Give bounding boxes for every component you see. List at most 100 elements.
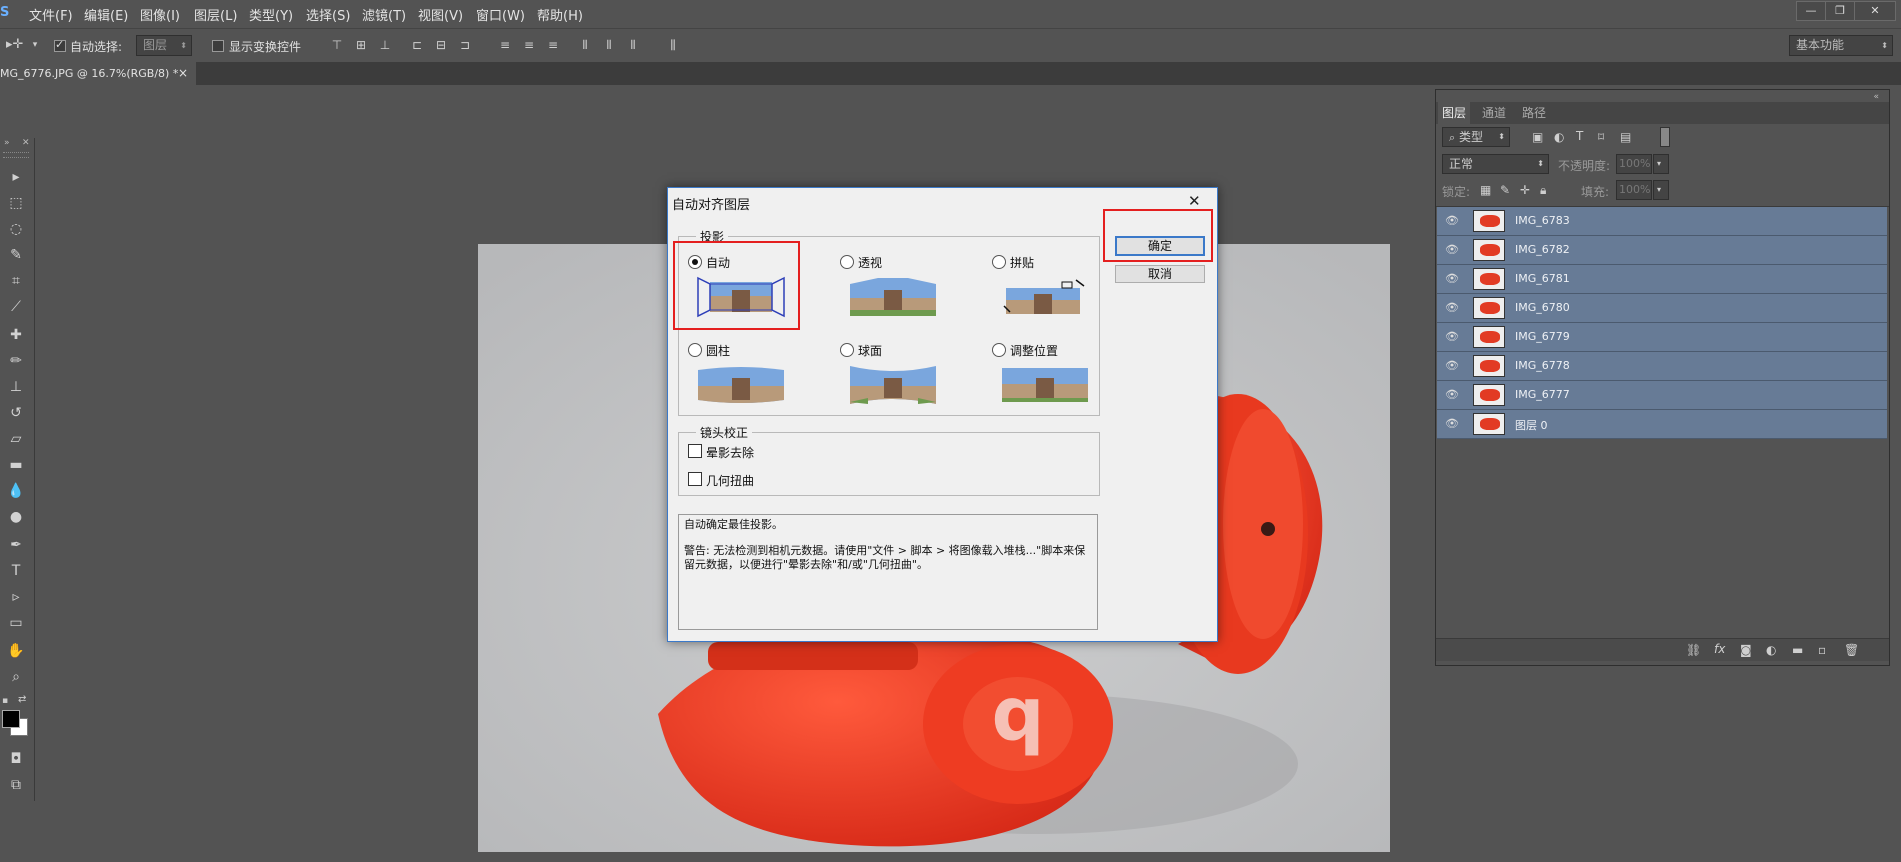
tab-layers[interactable]: 图层	[1438, 102, 1471, 124]
layer-row[interactable]: 👁︎ IMG_6780	[1437, 294, 1887, 323]
move-tool-icon[interactable]: ▸	[6, 168, 26, 186]
fill-input[interactable]: 100%	[1616, 180, 1652, 200]
layer-name[interactable]: 图层 0	[1515, 417, 1548, 433]
label-perspective[interactable]: 透视	[858, 254, 882, 271]
rectangle-tool-icon[interactable]: ▭	[6, 614, 26, 632]
document-tab[interactable]: MG_6776.JPG @ 16.7%(RGB/8) * ×	[0, 62, 196, 85]
cylindrical-projection-preview[interactable]	[696, 364, 786, 406]
align-bottom-icon[interactable]: ⊥	[378, 38, 392, 52]
toolbar-collapse-icon[interactable]: »	[4, 138, 10, 148]
history-brush-tool-icon[interactable]: ↺	[6, 404, 26, 422]
quick-mask-icon[interactable]: ◘	[6, 750, 26, 768]
geometric-distortion-checkbox[interactable]	[688, 472, 702, 486]
crop-tool-icon[interactable]: ⌗	[6, 272, 26, 290]
clone-stamp-tool-icon[interactable]: ⊥	[6, 378, 26, 396]
auto-select-target-dropdown[interactable]: 图层 ⬍	[136, 35, 192, 56]
menu-edit[interactable]: 编辑(E)	[84, 5, 128, 24]
filter-toggle-switch[interactable]	[1660, 127, 1670, 147]
menu-layer[interactable]: 图层(L)	[194, 5, 237, 24]
layer-row[interactable]: 👁︎ IMG_6782	[1437, 236, 1887, 265]
toolbar-close-icon[interactable]: ✕	[22, 138, 30, 148]
visibility-eye-icon[interactable]: 👁︎	[1445, 331, 1459, 343]
panel-collapse-icon[interactable]: «	[1873, 92, 1879, 102]
distribute-hcenter-icon[interactable]: ⫴	[602, 38, 616, 52]
menu-filter[interactable]: 滤镜(T)	[362, 5, 406, 24]
marquee-tool-icon[interactable]: ⬚	[6, 194, 26, 212]
close-window-button[interactable]: ✕	[1854, 1, 1896, 21]
opacity-slider-button[interactable]: ▾	[1653, 154, 1669, 174]
layer-name[interactable]: IMG_6778	[1515, 359, 1570, 372]
align-left-icon[interactable]: ⊏	[410, 38, 424, 52]
layer-filter-dropdown[interactable]: ⌕ 类型 ⬍	[1442, 127, 1510, 147]
align-hcenter-icon[interactable]: ⊟	[434, 38, 448, 52]
document-tab-close-icon[interactable]: ×	[178, 62, 188, 85]
layer-row[interactable]: 👁︎ 图层 0	[1437, 410, 1887, 439]
visibility-eye-icon[interactable]: 👁︎	[1445, 360, 1459, 372]
menu-help[interactable]: 帮助(H)	[537, 5, 583, 24]
label-spherical[interactable]: 球面	[858, 342, 882, 359]
align-vcenter-icon[interactable]: ⊞	[354, 38, 368, 52]
distribute-top-icon[interactable]: ≡	[498, 38, 512, 52]
layer-name[interactable]: IMG_6779	[1515, 330, 1570, 343]
layer-row[interactable]: 👁︎ IMG_6777	[1437, 381, 1887, 410]
cancel-button[interactable]: 取消	[1115, 265, 1205, 283]
radio-cylindrical[interactable]	[688, 343, 702, 357]
label-cylindrical[interactable]: 圆柱	[706, 342, 730, 359]
layer-name[interactable]: IMG_6782	[1515, 243, 1570, 256]
menu-select[interactable]: 选择(S)	[306, 5, 350, 24]
path-select-tool-icon[interactable]: ▹	[6, 588, 26, 606]
show-transform-checkbox[interactable]	[212, 40, 224, 52]
layer-name[interactable]: IMG_6780	[1515, 301, 1570, 314]
restore-button[interactable]: ❐	[1825, 1, 1855, 21]
blur-tool-icon[interactable]: 💧	[6, 482, 26, 500]
auto-select-checkbox[interactable]: ✓	[54, 38, 66, 52]
vignette-removal-checkbox[interactable]	[688, 444, 702, 458]
lock-position-icon[interactable]: ✛	[1520, 183, 1530, 197]
swap-colors-icon[interactable]: ⇄	[18, 694, 26, 705]
lasso-tool-icon[interactable]: ◌	[6, 220, 26, 238]
gradient-tool-icon[interactable]: ▬	[6, 456, 26, 474]
distribute-left-icon[interactable]: ⫴	[578, 38, 592, 52]
visibility-eye-icon[interactable]: 👁︎	[1445, 244, 1459, 256]
blend-mode-dropdown[interactable]: 正常 ⬍	[1442, 154, 1549, 174]
distribute-vcenter-icon[interactable]: ≡	[522, 38, 536, 52]
layer-row[interactable]: 👁︎ IMG_6783	[1437, 207, 1887, 236]
radio-perspective[interactable]	[840, 255, 854, 269]
pen-tool-icon[interactable]: ✒	[6, 536, 26, 554]
opacity-input[interactable]: 100%	[1616, 154, 1652, 174]
layer-row[interactable]: 👁︎ IMG_6778	[1437, 352, 1887, 381]
healing-brush-tool-icon[interactable]: ✚	[6, 326, 26, 344]
menu-image[interactable]: 图像(I)	[140, 5, 180, 24]
tool-preset-arrow-icon[interactable]: ▾	[28, 38, 42, 52]
align-top-icon[interactable]: ⊤	[330, 38, 344, 52]
tab-channels[interactable]: 通道	[1478, 102, 1510, 124]
filter-smart-object-icon[interactable]: ▤	[1620, 130, 1631, 144]
lock-all-icon[interactable]: 🔒︎	[1540, 183, 1546, 198]
collage-projection-preview[interactable]	[1000, 276, 1090, 318]
radio-spherical[interactable]	[840, 343, 854, 357]
type-tool-icon[interactable]: T	[6, 562, 26, 580]
delete-layer-icon[interactable]: 🗑︎	[1844, 643, 1859, 657]
visibility-eye-icon[interactable]: 👁︎	[1445, 215, 1459, 227]
visibility-eye-icon[interactable]: 👁︎	[1445, 273, 1459, 285]
foreground-color-swatch[interactable]	[2, 710, 20, 728]
lock-pixels-icon[interactable]: ✎	[1500, 183, 1510, 197]
new-layer-icon[interactable]: ▫	[1818, 643, 1826, 657]
label-reposition[interactable]: 调整位置	[1010, 342, 1058, 359]
auto-align-icon[interactable]: ⫼	[666, 38, 680, 52]
menu-file[interactable]: 文件(F)	[29, 5, 73, 24]
workspace-dropdown[interactable]: 基本功能 ⬍	[1789, 35, 1893, 56]
add-mask-icon[interactable]: ◙	[1740, 643, 1752, 657]
visibility-eye-icon[interactable]: 👁︎	[1445, 302, 1459, 314]
tab-paths[interactable]: 路径	[1518, 102, 1550, 124]
link-layers-icon[interactable]: ⛓	[1686, 643, 1701, 657]
fill-slider-button[interactable]: ▾	[1653, 180, 1669, 200]
screen-mode-icon[interactable]: ⧉	[6, 776, 26, 794]
layer-name[interactable]: IMG_6781	[1515, 272, 1570, 285]
brush-tool-icon[interactable]: ✏	[6, 352, 26, 370]
radio-collage[interactable]	[992, 255, 1006, 269]
filter-adjustment-icon[interactable]: ◐	[1554, 130, 1564, 144]
visibility-eye-icon[interactable]: 👁︎	[1445, 389, 1459, 401]
distribute-right-icon[interactable]: ⫴	[626, 38, 640, 52]
radio-reposition[interactable]	[992, 343, 1006, 357]
